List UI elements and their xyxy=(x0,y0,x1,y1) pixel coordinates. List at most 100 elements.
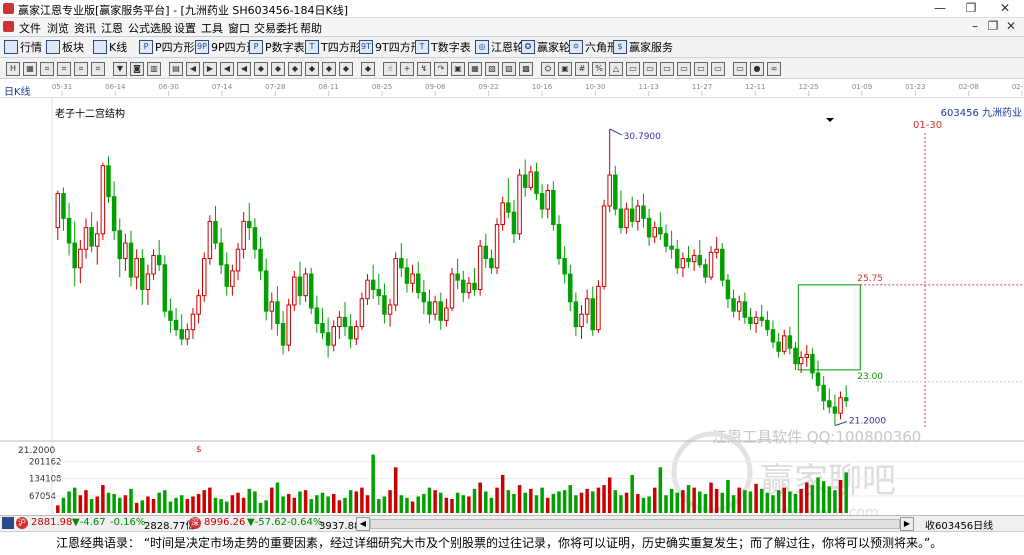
draw-tool-43-icon[interactable]: ● xyxy=(750,62,764,76)
draw-tool-27-icon[interactable]: ▦ xyxy=(468,62,482,76)
volume-bar xyxy=(118,497,122,513)
kline-svg[interactable]: 老子十二宫结构 603456 九洲药业01-30 30.7900 21.2000 25.… xyxy=(0,97,1024,521)
draw-tool-20-icon[interactable]: ◆ xyxy=(339,62,353,76)
draw-tool-16-icon[interactable]: ◆ xyxy=(271,62,285,76)
draw-tool-30-icon[interactable]: ▩ xyxy=(519,62,533,76)
volume-bar xyxy=(78,495,83,513)
draw-tool-6-icon[interactable]: ⌗ xyxy=(91,62,105,76)
draw-tool-37-icon[interactable]: ▭ xyxy=(643,62,657,76)
toolbar-btn-t-table[interactable]: T T数字表 xyxy=(415,39,471,55)
draw-tool-39-icon[interactable]: ▭ xyxy=(677,62,691,76)
scroll-right-icon[interactable]: ▶ xyxy=(900,517,914,531)
draw-tool-1-icon[interactable]: H xyxy=(6,62,20,76)
volume-bar xyxy=(61,497,66,513)
draw-tool-5-icon[interactable]: ⌗ xyxy=(74,62,88,76)
draw-tool-23-icon[interactable]: + xyxy=(400,62,414,76)
draw-tool-11-icon[interactable]: ◀ xyxy=(186,62,200,76)
volume-bar xyxy=(343,497,347,513)
draw-tool-2-icon[interactable]: ▦ xyxy=(23,62,37,76)
draw-tool-15-icon[interactable]: ◆ xyxy=(254,62,268,76)
close-button[interactable]: ✕ xyxy=(990,0,1020,17)
draw-tool-19-icon[interactable]: ◆ xyxy=(322,62,336,76)
toolbar-btn-t-square[interactable]: T T四方形 xyxy=(305,39,361,55)
draw-tool-14-icon[interactable]: ◀ xyxy=(237,62,251,76)
draw-tool-8-icon[interactable]: ◙ xyxy=(130,62,144,76)
draw-tool-29-icon[interactable]: ▨ xyxy=(502,62,516,76)
draw-tool-36-icon[interactable]: ▭ xyxy=(626,62,640,76)
candle-body xyxy=(404,267,410,284)
dropdown-arrow-icon[interactable] xyxy=(826,118,834,122)
draw-tool-41-icon[interactable]: ▭ xyxy=(711,62,725,76)
candle-body xyxy=(714,248,719,253)
draw-tool-40-icon[interactable]: ▭ xyxy=(694,62,708,76)
toolbar-btn-gann-wheel[interactable]: ◎ 江恩轮 xyxy=(475,39,524,55)
draw-tool-7-icon[interactable]: ▼ xyxy=(113,62,127,76)
volume-bar xyxy=(258,502,263,513)
kline-chart[interactable]: 老子十二宫结构 603456 九洲药业 01-30 30.7900 21.2000 25.… xyxy=(0,97,1024,521)
toolbar-btn-9t-square[interactable]: 9T 9T四方形 xyxy=(359,39,422,55)
maximize-button[interactable]: ❐ xyxy=(956,0,986,17)
draw-tool-24-icon[interactable]: ↯ xyxy=(417,62,431,76)
draw-tool-34-icon[interactable]: % xyxy=(592,62,606,76)
child-close-button[interactable]: ✕ xyxy=(996,18,1024,36)
volume-bar xyxy=(106,492,111,513)
volume-bar xyxy=(568,485,573,513)
menu-trade[interactable]: 交易委托 xyxy=(254,20,298,36)
menu-help[interactable]: 帮助 xyxy=(300,20,322,36)
toolbar-btn-p-table[interactable]: P P数字表 xyxy=(249,39,305,55)
toolbar-btn-blocks[interactable]: 板块 xyxy=(46,39,84,55)
candle-body xyxy=(731,298,736,312)
toolbar-btn-grid[interactable]: 行情 xyxy=(4,39,42,55)
draw-tool-32-icon[interactable]: ▣ xyxy=(558,62,572,76)
menu-file[interactable]: 文件 xyxy=(19,20,41,36)
draw-tool-13-icon[interactable]: ◀ xyxy=(220,62,234,76)
draw-tool-4-icon[interactable]: ⌗ xyxy=(57,62,71,76)
horizontal-scrollbar[interactable] xyxy=(370,519,900,529)
candle-body xyxy=(725,279,731,300)
draw-tool-22-icon[interactable]: ☝ xyxy=(383,62,397,76)
t-square-icon: T xyxy=(305,40,319,54)
candle-body xyxy=(66,217,72,244)
x-tick-label: 02-08 xyxy=(958,83,978,91)
menu-browse[interactable]: 浏览 xyxy=(47,20,69,36)
draw-tool-42-icon[interactable]: ▭ xyxy=(733,62,747,76)
draw-tool-3-icon[interactable]: ⌗ xyxy=(40,62,54,76)
toolbar-btn-hexagon[interactable]: ✡ 六角形 xyxy=(569,39,618,55)
toolbar-btn-candle[interactable]: K线 xyxy=(93,39,127,55)
draw-tool-28-icon[interactable]: ▧ xyxy=(485,62,499,76)
x-tick-label: 06-14 xyxy=(105,83,126,91)
minimize-button[interactable]: — xyxy=(925,0,955,17)
toolbar-btn-winner-wheel[interactable]: ✪ 赢家轮 xyxy=(521,39,570,55)
draw-tool-44-icon[interactable]: ∞ xyxy=(767,62,781,76)
draw-tool-25-icon[interactable]: ↷ xyxy=(434,62,448,76)
volume-bar xyxy=(562,490,567,513)
draw-tool-38-icon[interactable]: ▭ xyxy=(660,62,674,76)
draw-tool-9-icon[interactable]: ▥ xyxy=(147,62,161,76)
scroll-left-icon[interactable]: ◀ xyxy=(356,517,370,531)
shanghai-index-icon[interactable]: 沪 xyxy=(16,517,28,529)
draw-tool-12-icon[interactable]: ▶ xyxy=(203,62,217,76)
toolbar-btn-service[interactable]: $ 赢家服务 xyxy=(613,39,673,55)
draw-tool-18-icon[interactable]: ◆ xyxy=(305,62,319,76)
draw-tool-31-icon[interactable]: ⛭ xyxy=(541,62,555,76)
volume-bar xyxy=(405,497,409,513)
menu-formula-select[interactable]: 公式选股 xyxy=(128,20,172,36)
draw-tool-17-icon[interactable]: ◆ xyxy=(288,62,302,76)
draw-tool-26-icon[interactable]: ▣ xyxy=(451,62,465,76)
menu-window[interactable]: 窗口 xyxy=(228,20,250,36)
shenzhen-index-icon[interactable]: 深 xyxy=(189,517,201,529)
draw-tool-21-icon[interactable]: ◆ xyxy=(361,62,375,76)
candle-body xyxy=(821,384,826,402)
menu-news[interactable]: 资讯 xyxy=(74,20,96,36)
volume-bar xyxy=(315,495,319,513)
menu-tools[interactable]: 工具 xyxy=(201,20,223,36)
draw-tool-35-icon[interactable]: △ xyxy=(609,62,623,76)
toolbar-btn-p-square[interactable]: P P四方形 xyxy=(139,39,195,55)
menu-gann[interactable]: 江恩 xyxy=(101,20,123,36)
draw-tool-33-icon[interactable]: # xyxy=(575,62,589,76)
grid-icon[interactable] xyxy=(2,517,14,529)
menu-settings[interactable]: 设置 xyxy=(174,20,196,36)
volume-bar xyxy=(337,500,342,513)
draw-tool-10-icon[interactable]: ▤ xyxy=(169,62,183,76)
candle-body xyxy=(522,174,528,188)
